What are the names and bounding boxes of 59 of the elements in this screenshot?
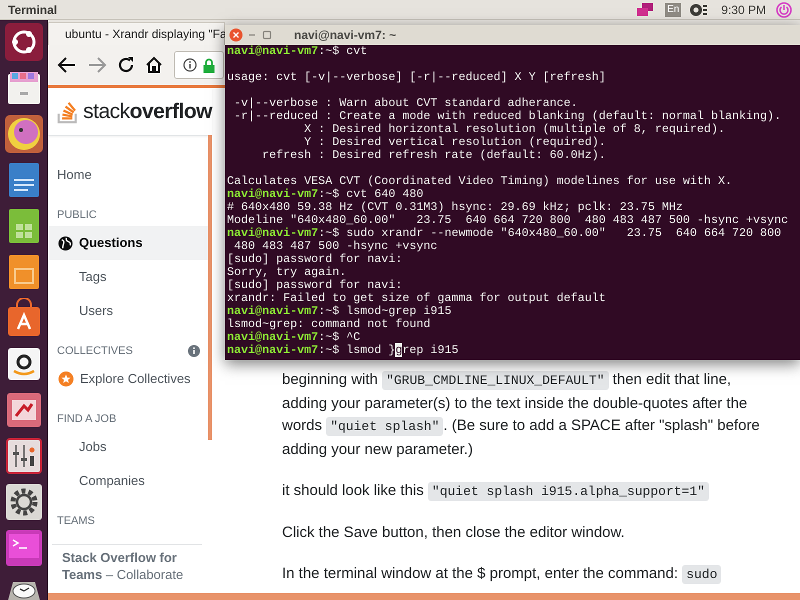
terminal-line: Sorry, try again. <box>227 266 348 279</box>
terminal-line: navi@navi-vm7:~$ lsmod~grep i915 <box>227 305 452 318</box>
paragraph: Click the Save button, then close the editor window. <box>282 522 626 542</box>
paragraph: it should look like this "quiet splash i915.alpha_support=1" <box>282 480 768 503</box>
globe-icon <box>58 236 73 250</box>
terminal-line: -r|--reduced : Create a mode with reduced blanking (default: normal blanking). <box>233 110 782 123</box>
logo-text[interactable]: stackoverflow <box>83 96 212 128</box>
terminal-line: Y : Desired vertical resolution (required). <box>303 136 607 149</box>
power-icon[interactable] <box>776 2 792 18</box>
nav-link[interactable]: Home <box>48 158 212 192</box>
terminal-line: [sudo] password for navi: <box>227 253 404 266</box>
stacked-squares-icon[interactable] <box>635 2 656 18</box>
ubuntu-logo-icon[interactable] <box>4 22 44 62</box>
terminal-line: navi@navi-vm7:~$ lsmod }grep i915 <box>227 344 460 357</box>
terminal-line: Calculates VESA CVT (Coordinated Video Timing) modelines for use with X. <box>227 175 733 188</box>
section-heading: FIND A JOB <box>57 412 116 427</box>
nav-link[interactable]: Companies <box>48 464 212 498</box>
nav-link[interactable]: Explore Collectives <box>48 362 212 396</box>
star-badge-icon <box>58 371 74 387</box>
lock-icon <box>203 58 215 72</box>
nav-link[interactable]: Jobs <box>48 430 212 464</box>
terminal-line: xrandr: Failed to get size of gamma for output default <box>227 292 607 305</box>
terminal-line: -v|--verbose : Warn about CVT standard adherance. <box>233 97 579 110</box>
maximize-icon[interactable] <box>261 29 273 41</box>
scrollbar-thumb[interactable] <box>208 135 212 440</box>
paragraph: beginning with "GRUB_CMDLINE_LINUX_DEFAULT" then edit that line, adding your parameter(s) to the text inside the double-quotes after the words "quiet splash" . (Be sure to add a SPACE after "splash" before adding your new parameter.) <box>282 370 761 460</box>
address-bar[interactable] <box>174 51 224 79</box>
sliders-icon[interactable] <box>4 436 44 476</box>
terminal-line: [sudo] password for navi: <box>227 279 404 292</box>
paragraph: In the terminal window at the $ prompt, enter the command: sudo <box>282 562 768 586</box>
terminal-line: Modeline "640x480_60.00" 23.75 640 664 720 800 480 483 487 500 -hsync +vsync <box>227 214 790 227</box>
info-icon[interactable] <box>188 345 200 357</box>
home-icon[interactable] <box>144 55 164 75</box>
info-icon[interactable] <box>183 58 197 72</box>
active-app-name: Terminal <box>8 2 58 18</box>
terminal-line: X : Desired horizontal resolution (multiple of 8, required). <box>303 123 726 136</box>
reload-icon[interactable] <box>116 55 136 75</box>
terminal-icon[interactable] <box>4 528 44 568</box>
terminal-line: navi@navi-vm7:~$ sudo xrandr --newmode "640x480_60.00" 23.75 640 664 720 800 <box>227 227 782 240</box>
terminal-line: navi@navi-vm7:~$ ^C <box>227 331 362 344</box>
terminal-line: refresh : Desired refresh rate (default: 60.0Hz). <box>261 149 607 162</box>
terminal-line: navi@navi-vm7:~$ cvt <box>227 45 368 58</box>
window-title: navi@navi-vm7: ~ <box>294 27 396 44</box>
section-heading: TEAMS <box>57 514 95 529</box>
gear-icon[interactable] <box>4 482 44 522</box>
terminal-line: 480 483 487 500 -hsync +vsync <box>233 240 438 253</box>
close-icon[interactable] <box>229 28 243 42</box>
terminal-line: lsmod~grep: command not found <box>227 318 432 331</box>
circle-bars-icon[interactable] <box>689 2 710 18</box>
terminal-line: navi@navi-vm7:~$ cvt 640 480 <box>227 188 424 201</box>
section-heading: COLLECTIVES <box>57 344 133 359</box>
mascot-icon[interactable] <box>4 114 44 154</box>
section-heading: PUBLIC <box>57 208 97 223</box>
teams-promo-text[interactable]: Stack Overflow for Teams – Collaborate <box>48 545 212 583</box>
terminal-line: # 640x480 59.38 Hz (CVT 0.31M3) hsync: 29.69 kHz; pclk: 23.75 MHz <box>227 201 684 214</box>
nav-link[interactable]: Tags <box>48 260 212 294</box>
terminal-line: usage: cvt [-v|--verbose] [-r|--reduced] X Y [refresh] <box>227 71 607 84</box>
nav-link[interactable]: Users <box>48 294 212 328</box>
clock[interactable]: 9:30 PM <box>721 0 766 18</box>
